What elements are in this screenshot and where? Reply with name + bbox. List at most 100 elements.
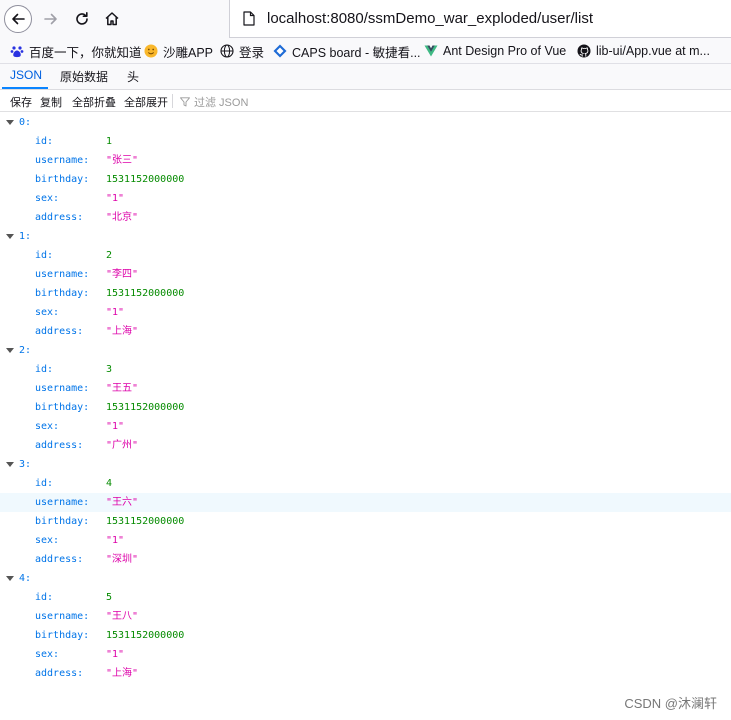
home-button[interactable]: [98, 5, 126, 33]
bookmarks-bar: 百度一下，你就知道 沙雕APP 登录 CAPS board - 敏捷看... A…: [0, 38, 731, 64]
watermark: CSDN @沐澜轩: [624, 696, 717, 711]
json-value: "王六": [106, 497, 139, 508]
json-field-row[interactable]: birthday: 1531152000000: [0, 398, 731, 417]
json-value: 1531152000000: [106, 630, 185, 641]
address-bar[interactable]: localhost:8080/ssmDemo_war_exploded/user…: [229, 0, 731, 38]
expand-toggle-icon[interactable]: [6, 120, 14, 125]
json-field-row[interactable]: username: "张三": [0, 151, 731, 170]
bookmark-label: 百度一下，你就知道: [29, 45, 142, 60]
tab-raw-data[interactable]: 原始数据: [60, 68, 108, 85]
json-value: "王八": [106, 611, 139, 622]
json-field-row[interactable]: birthday: 1531152000000: [0, 284, 731, 303]
json-field-row[interactable]: username: "王六": [0, 493, 731, 512]
json-value: 1: [106, 136, 113, 147]
array-index: 2:: [19, 345, 32, 356]
json-key: address:: [35, 554, 84, 565]
json-key: id:: [35, 478, 54, 489]
json-field-row[interactable]: username: "王八": [0, 607, 731, 626]
tab-json[interactable]: JSON: [10, 68, 42, 82]
json-field-row[interactable]: birthday: 1531152000000: [0, 512, 731, 531]
forward-button[interactable]: [37, 5, 65, 33]
json-field-row[interactable]: sex: "1": [0, 645, 731, 664]
json-field-row[interactable]: sex: "1": [0, 303, 731, 322]
json-field-row[interactable]: address: "深圳": [0, 550, 731, 569]
json-value: "1": [106, 649, 125, 660]
json-field-row[interactable]: address: "上海": [0, 322, 731, 341]
json-value: "上海": [106, 668, 139, 679]
json-field-row[interactable]: sex: "1": [0, 417, 731, 436]
json-value: "广州": [106, 440, 139, 451]
json-field-row[interactable]: id: 5: [0, 588, 731, 607]
filter-placeholder: 过滤 JSON: [194, 97, 249, 109]
bookmark-caps[interactable]: CAPS board - 敏捷看...: [273, 43, 421, 60]
copy-button[interactable]: 复制: [40, 94, 62, 110]
expand-toggle-icon[interactable]: [6, 348, 14, 353]
json-value: "1": [106, 535, 125, 546]
bookmark-label: 登录: [239, 45, 265, 60]
json-array-item[interactable]: 4:: [0, 569, 731, 588]
json-field-row[interactable]: birthday: 1531152000000: [0, 170, 731, 189]
bookmark-github[interactable]: lib-ui/App.vue at m...: [577, 43, 710, 59]
json-key: id:: [35, 136, 54, 147]
json-array-item[interactable]: 3:: [0, 455, 731, 474]
filter-json-input[interactable]: 过滤 JSON: [180, 94, 248, 110]
expand-toggle-icon[interactable]: [6, 462, 14, 467]
json-value: 4: [106, 478, 113, 489]
json-array-item[interactable]: 2:: [0, 341, 731, 360]
forward-arrow-icon: [44, 13, 57, 25]
json-value: "北京": [106, 212, 139, 223]
json-key: birthday:: [35, 516, 90, 527]
json-key: sex:: [35, 649, 60, 660]
json-field-row[interactable]: address: "上海": [0, 664, 731, 683]
expand-toggle-icon[interactable]: [6, 234, 14, 239]
back-button[interactable]: [4, 5, 32, 33]
json-key: address:: [35, 212, 84, 223]
baidu-icon: [10, 44, 24, 58]
tab-headers[interactable]: 头: [127, 68, 139, 85]
json-field-row[interactable]: username: "李四": [0, 265, 731, 284]
json-value: "张三": [106, 155, 139, 166]
json-field-row[interactable]: address: "北京": [0, 208, 731, 227]
json-key: username:: [35, 497, 90, 508]
json-field-row[interactable]: id: 1: [0, 132, 731, 151]
bookmark-label: CAPS board - 敏捷看...: [292, 45, 421, 60]
array-index: 0:: [19, 117, 32, 128]
json-key: id:: [35, 250, 54, 261]
json-field-row[interactable]: sex: "1": [0, 531, 731, 550]
json-key: id:: [35, 364, 54, 375]
reload-icon: [76, 12, 88, 25]
json-field-row[interactable]: birthday: 1531152000000: [0, 626, 731, 645]
json-field-row[interactable]: address: "广州": [0, 436, 731, 455]
json-key: birthday:: [35, 630, 90, 641]
json-value: "深圳": [106, 554, 139, 565]
bookmark-shadiao[interactable]: 沙雕APP: [144, 43, 213, 60]
json-field-row[interactable]: username: "王五": [0, 379, 731, 398]
expand-toggle-icon[interactable]: [6, 576, 14, 581]
bookmark-baidu[interactable]: 百度一下，你就知道: [10, 43, 142, 60]
json-field-row[interactable]: id: 4: [0, 474, 731, 493]
filter-icon: [180, 97, 190, 107]
json-key: username:: [35, 269, 90, 280]
json-value: "王五": [106, 383, 139, 394]
viewer-tabs: JSON 原始数据 头: [0, 64, 731, 90]
reload-button[interactable]: [68, 5, 96, 33]
json-value: 3: [106, 364, 113, 375]
json-key: username:: [35, 155, 90, 166]
array-index: 1:: [19, 231, 32, 242]
expand-all-button[interactable]: 全部展开: [124, 94, 168, 110]
json-field-row[interactable]: id: 2: [0, 246, 731, 265]
json-value: 1531152000000: [106, 516, 185, 527]
json-value: 1531152000000: [106, 288, 185, 299]
save-button[interactable]: 保存: [10, 94, 32, 110]
json-array-item[interactable]: 1:: [0, 227, 731, 246]
bookmark-login[interactable]: 登录: [220, 43, 265, 60]
browser-toolbar: localhost:8080/ssmDemo_war_exploded/user…: [0, 0, 731, 38]
bookmark-antd-vue[interactable]: Ant Design Pro of Vue: [424, 43, 566, 59]
json-value: 5: [106, 592, 113, 603]
json-array-item[interactable]: 0:: [0, 113, 731, 132]
collapse-all-button[interactable]: 全部折叠: [72, 94, 116, 110]
json-key: sex:: [35, 421, 60, 432]
toolbar-divider: [172, 94, 173, 108]
json-field-row[interactable]: sex: "1": [0, 189, 731, 208]
json-field-row[interactable]: id: 3: [0, 360, 731, 379]
